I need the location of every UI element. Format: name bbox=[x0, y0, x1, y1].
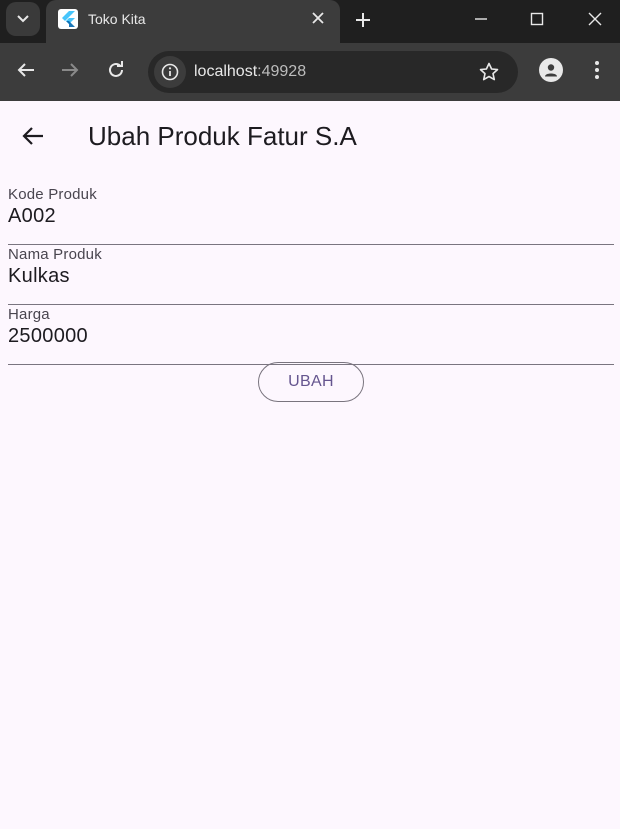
reload-icon bbox=[109, 61, 123, 77]
app-page: Ubah Produk Fatur S.A Kode Produk Nama P… bbox=[0, 101, 620, 829]
minimize-button[interactable] bbox=[470, 8, 492, 30]
chevron-down-icon bbox=[17, 15, 29, 23]
nama-produk-field[interactable]: Nama Produk bbox=[8, 245, 614, 305]
arrow-left-icon bbox=[17, 63, 34, 77]
flutter-icon bbox=[58, 9, 78, 29]
reload-button[interactable] bbox=[104, 58, 128, 82]
back-button[interactable] bbox=[16, 119, 50, 153]
close-icon[interactable] bbox=[310, 10, 326, 26]
app-bar: Ubah Produk Fatur S.A bbox=[0, 101, 620, 171]
arrow-left-icon bbox=[22, 127, 43, 145]
star-icon bbox=[479, 62, 499, 81]
nama-produk-input[interactable] bbox=[8, 265, 608, 288]
tab-search-button[interactable] bbox=[6, 2, 40, 36]
site-info-button[interactable] bbox=[154, 56, 186, 88]
maximize-icon bbox=[530, 12, 544, 26]
nama-produk-label: Nama Produk bbox=[8, 246, 102, 263]
page-title: Ubah Produk Fatur S.A bbox=[88, 121, 357, 151]
harga-label: Harga bbox=[8, 306, 50, 323]
person-icon bbox=[545, 64, 557, 77]
close-window-button[interactable] bbox=[584, 8, 606, 30]
url-port: :49928 bbox=[257, 63, 307, 80]
tab-title: Toko Kita bbox=[88, 11, 146, 27]
minimize-icon bbox=[475, 18, 487, 20]
arrow-right-icon bbox=[62, 63, 79, 77]
harga-input[interactable] bbox=[8, 325, 608, 348]
ubah-button[interactable]: UBAH bbox=[258, 362, 364, 402]
close-icon bbox=[588, 12, 602, 26]
kode-produk-field[interactable]: Kode Produk bbox=[8, 185, 614, 245]
plus-icon bbox=[356, 13, 370, 27]
kebab-menu-icon bbox=[595, 61, 599, 79]
url-text: localhost:49928 bbox=[194, 63, 306, 81]
harga-field[interactable]: Harga bbox=[8, 305, 614, 365]
new-tab-button[interactable] bbox=[352, 9, 374, 31]
address-bar[interactable]: localhost:49928 bbox=[148, 51, 518, 93]
profile-button[interactable] bbox=[539, 58, 563, 82]
browser-toolbar: localhost:49928 bbox=[0, 43, 620, 101]
kode-produk-label: Kode Produk bbox=[8, 186, 97, 203]
maximize-button[interactable] bbox=[526, 8, 548, 30]
forward-nav-button[interactable] bbox=[58, 58, 82, 82]
kode-produk-input[interactable] bbox=[8, 205, 608, 228]
info-icon bbox=[161, 63, 179, 81]
browser-tab-active[interactable]: Toko Kita bbox=[46, 0, 340, 43]
browser-menu-button[interactable] bbox=[586, 58, 608, 82]
url-host: localhost bbox=[194, 63, 258, 80]
bookmark-button[interactable] bbox=[477, 60, 501, 84]
browser-tab-strip: Toko Kita bbox=[0, 0, 620, 43]
back-nav-button[interactable] bbox=[14, 58, 38, 82]
